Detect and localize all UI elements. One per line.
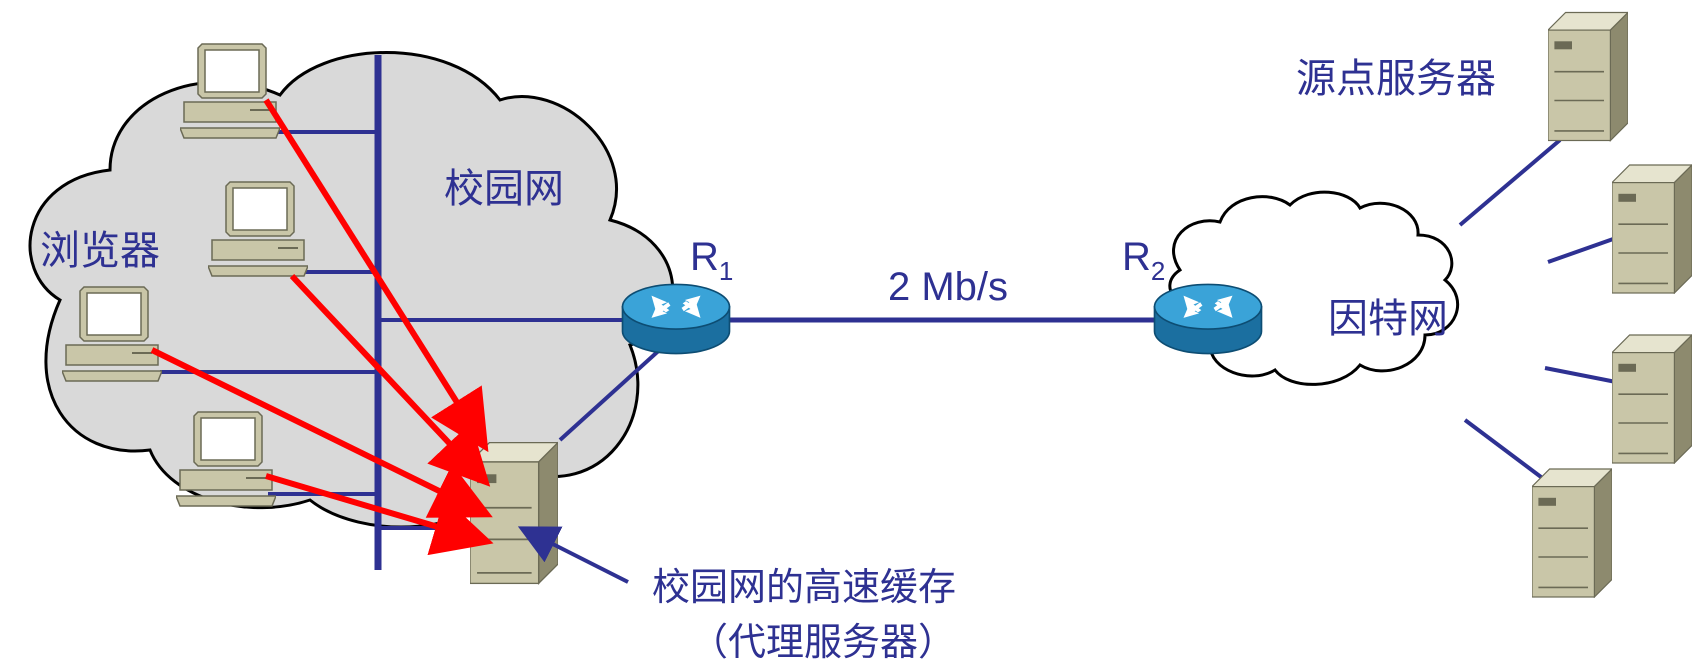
router-r1-icon[interactable] [621,283,731,355]
proxy-label-line2: （代理服务器） [690,620,956,664]
internet-label: 因特网 [1328,296,1448,342]
internet-server-links [1458,138,1617,482]
origin-server-label: 源点服务器 [1296,56,1496,102]
browsers-label: 浏览器 [40,228,160,274]
campus-proxy-network-diagram: 浏览器 校园网 R1 R2 2 Mb/s 因特网 源点服务器 校园网的高速缓存 … [28,11,1692,664]
campus-network-label: 校园网 [444,166,564,212]
server-icon[interactable] [1612,334,1692,464]
server-icon[interactable] [1532,468,1612,598]
origin-server-icon[interactable] [1548,11,1628,142]
server-icon[interactable] [1612,164,1692,294]
link-speed-label: 2 Mb/s [888,265,1008,309]
proxy-label-line1: 校园网的高速缓存 [652,565,956,609]
router-r1-label: R1 [690,235,733,286]
proxy-server-icon[interactable] [470,441,558,585]
router-r2-icon[interactable] [1153,283,1263,355]
router-r2-label: R2 [1122,235,1165,286]
